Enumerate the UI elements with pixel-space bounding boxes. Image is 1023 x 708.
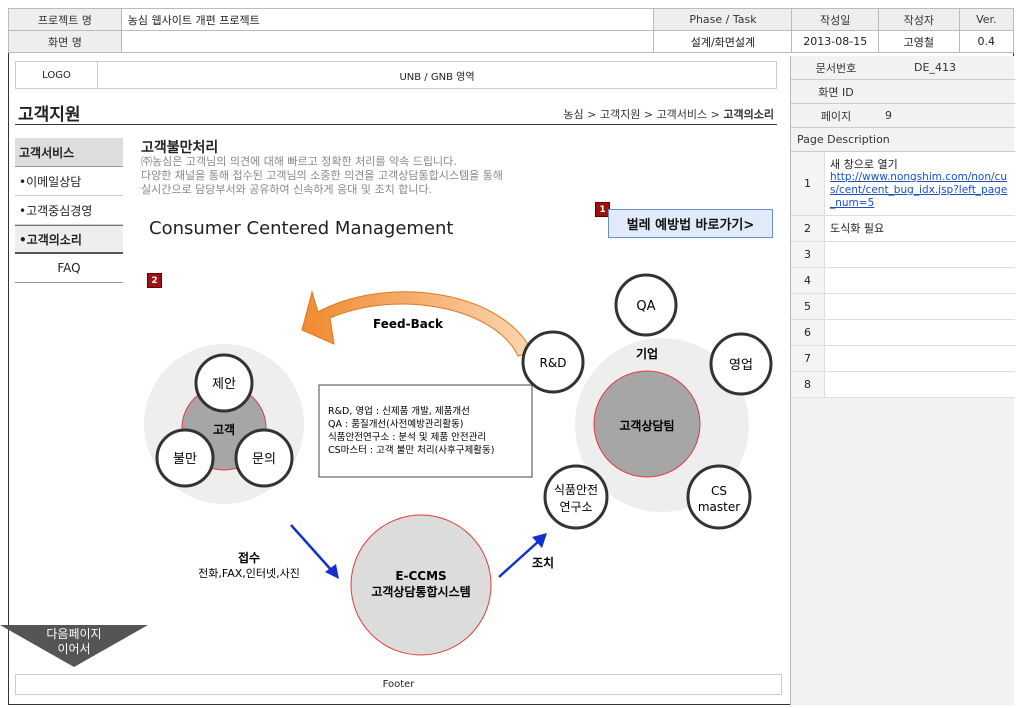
pd-row-text xyxy=(825,294,1015,319)
eccms-label-2: 고객상담통합시스템 xyxy=(371,584,470,599)
pd-row-6: 6 xyxy=(791,320,1015,346)
roles-note-box xyxy=(318,384,533,478)
footer: Footer xyxy=(15,674,782,695)
food-safety-lab-circle xyxy=(543,464,609,530)
inquiry-label: 문의 xyxy=(252,452,276,467)
pd-row-text xyxy=(825,346,1015,371)
pd-row-text: 새 창으로 열기 xyxy=(830,157,898,171)
ccm-diagram: Feed-Back 고객 제안 불만 문의 기업 고객상담팀 QA R&D 영업… xyxy=(144,273,773,656)
pd-row-number: 1 xyxy=(791,152,825,215)
next-page-line-1: 다음페이지 xyxy=(46,627,102,641)
cs-master-label-1: CS xyxy=(711,484,727,498)
channels-label: 전화,FAX,인터넷,사진 xyxy=(198,567,300,580)
roles-note-line: CS마스터 : 고객 불만 처리(사후구제활동) xyxy=(328,444,494,456)
screen-id-label: 화면 ID xyxy=(818,85,854,99)
roles-note-line: QA : 품질개선(사전예방관리활동) xyxy=(328,418,464,430)
pd-row-1: 1 새 창으로 열기 http://www.nongshim.com/non/c… xyxy=(791,152,1015,216)
page-value: 9 xyxy=(885,109,892,122)
next-page-indicator: 다음페이지 이어서 xyxy=(0,625,148,667)
cs-master-label-2: master xyxy=(698,500,740,514)
pd-row-link[interactable]: http://www.nongshim.com/non/cus/cent/cen… xyxy=(830,171,1010,210)
rnd-label: R&D xyxy=(540,356,567,370)
pd-row-number: 8 xyxy=(791,372,825,397)
pd-row-text xyxy=(825,268,1015,293)
screen-id-row: 화면 ID xyxy=(791,80,1015,104)
pd-row-8: 8 xyxy=(791,372,1015,398)
date-label: 작성일 xyxy=(791,8,880,31)
page-row: 페이지 9 xyxy=(791,104,1015,128)
pd-row-4: 4 xyxy=(791,268,1015,294)
page-label: 페이지 xyxy=(820,109,852,123)
pd-row-number: 2 xyxy=(791,216,825,241)
page-description-table: 1 새 창으로 열기 http://www.nongshim.com/non/c… xyxy=(791,152,1015,398)
author-value: 고영철 xyxy=(878,30,960,53)
pd-row-text xyxy=(825,320,1015,345)
doc-no-row: 문서번호 DE_413 xyxy=(791,56,1015,80)
eccms-label-1: E-CCMS xyxy=(395,569,446,583)
pd-row-text: 도식화 필요 xyxy=(830,222,885,235)
roles-note-line: R&D, 영업 : 신제품 개발, 제품개선 xyxy=(328,405,470,417)
next-page-label: 다음페이지 이어서 xyxy=(0,627,148,657)
roles-note-line: 식품안전연구소 : 분석 및 제품 안전관리 xyxy=(328,431,486,443)
author-label: 작성자 xyxy=(878,8,960,31)
qa-label: QA xyxy=(636,299,655,314)
receive-arrow xyxy=(290,524,334,573)
pd-row-number: 7 xyxy=(791,346,825,371)
doc-no-value: DE_413 xyxy=(914,61,956,74)
pd-row-text xyxy=(825,372,1015,397)
action-label: 조치 xyxy=(532,555,554,570)
pd-row-number: 4 xyxy=(791,268,825,293)
food-safety-label-1: 식품안전 xyxy=(554,483,598,497)
pd-row-2: 2 도식화 필요 xyxy=(791,216,1015,242)
page-description-title: Page Description xyxy=(791,128,1015,152)
customer-label: 고객 xyxy=(213,423,235,437)
pd-row-number: 6 xyxy=(791,320,825,345)
complaint-label: 불만 xyxy=(173,452,197,467)
food-safety-label-2: 연구소 xyxy=(559,500,592,514)
pd-row-number: 5 xyxy=(791,294,825,319)
next-page-line-2: 이어서 xyxy=(57,642,91,656)
pd-row-text xyxy=(825,242,1015,267)
receive-label: 접수 xyxy=(238,551,260,565)
ver-label: Ver. xyxy=(958,8,1015,31)
sales-label: 영업 xyxy=(729,358,753,373)
suggestion-label: 제안 xyxy=(212,377,236,392)
doc-no-label: 문서번호 xyxy=(815,61,857,75)
pd-row-5: 5 xyxy=(791,294,1015,320)
date-value: 2013-08-15 xyxy=(791,30,880,53)
company-label: 기업 xyxy=(636,346,658,361)
ver-value: 0.4 xyxy=(958,30,1015,53)
feedback-label: Feed-Back xyxy=(373,317,444,331)
pd-row-number: 3 xyxy=(791,242,825,267)
cs-team-label: 고객상담팀 xyxy=(619,418,674,433)
pd-row-3: 3 xyxy=(791,242,1015,268)
pd-row-7: 7 xyxy=(791,346,1015,372)
right-info-panel: 문서번호 DE_413 화면 ID 페이지 9 Page Description… xyxy=(790,56,1015,705)
